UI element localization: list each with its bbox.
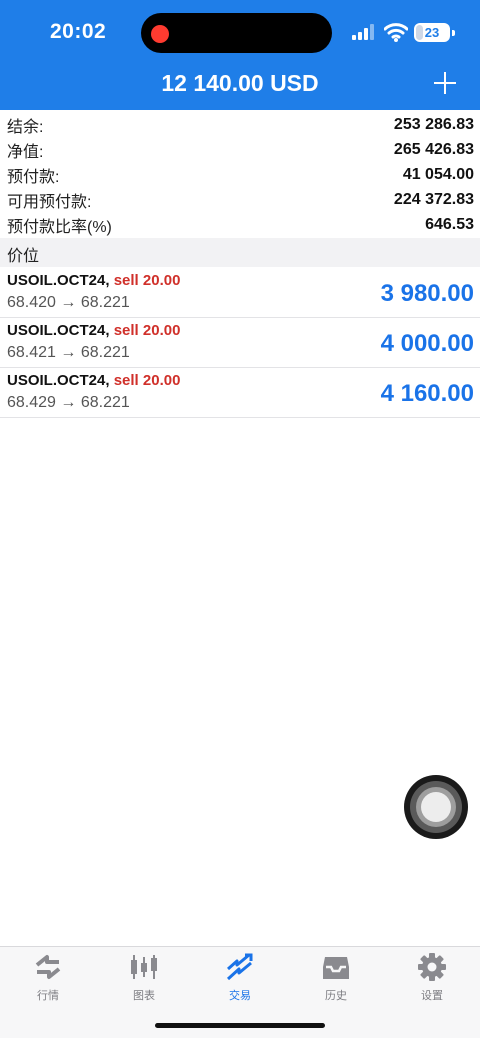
position-symbol: USOIL.OCT24, [7,272,110,289]
plus-icon[interactable] [430,68,460,98]
history-icon [323,957,349,979]
balance-title: 12 140.00 USD [161,70,319,96]
tab-label: 行情 [37,990,59,1002]
position-profit: 3 980.00 [380,280,474,307]
battery-icon: 23 [414,23,455,42]
position-symbol: USOIL.OCT24, [7,372,110,389]
settings-icon [418,953,446,981]
position-symbol: USOIL.OCT24, [7,322,110,339]
position-profit: 4 000.00 [380,330,474,357]
tab-label: 历史 [325,990,347,1002]
recording-indicator-icon [151,25,169,43]
summary-value: 224 372.83 [393,190,474,208]
summary-row-free-margin: 可用预付款: 224 372.83 [0,187,480,212]
wifi-icon [384,23,408,42]
position-prices: 68.421 → 68.221 [7,344,130,361]
summary-value: 41 054.00 [402,165,474,183]
summary-label: 结余: [7,118,44,136]
summary-value: 253 286.83 [393,115,474,133]
tab-trade[interactable]: 交易 [192,953,288,1009]
assistive-touch-button[interactable] [404,775,468,839]
summary-value: 265 426.83 [393,140,474,158]
tab-settings[interactable]: 设置 [384,953,480,1009]
tab-quotes[interactable]: 行情 [0,953,96,1009]
positions-list: USOIL.OCT24, sell 20.00 68.420 → 68.221 … [0,268,480,418]
position-row[interactable]: USOIL.OCT24, sell 20.00 68.420 → 68.221 … [0,268,480,318]
summary-label: 预付款: [7,168,60,186]
summary-row-equity: 净值: 265 426.83 [0,137,480,162]
tab-history[interactable]: 历史 [288,953,384,1009]
summary-label: 预付款比率(%) [7,218,112,236]
position-row[interactable]: USOIL.OCT24, sell 20.00 68.421 → 68.221 … [0,318,480,368]
chart-icon [131,955,157,979]
home-indicator [155,1023,325,1028]
quotes-icon [35,955,61,979]
position-side: sell 20.00 [113,272,181,289]
position-side: sell 20.00 [113,322,181,339]
tab-label: 设置 [421,990,443,1002]
summary-value: 646.53 [425,215,474,233]
cellular-signal-icon [352,24,374,40]
summary-row-balance: 结余: 253 286.83 [0,112,480,137]
position-profit: 4 160.00 [380,380,474,407]
top-bar: 20:02 23 12 140.00 USD [0,0,480,110]
tab-chart[interactable]: 图表 [96,953,192,1009]
summary-row-margin-level: 预付款比率(%) 646.53 [0,212,480,237]
trade-icon [226,953,253,981]
summary-label: 净值: [7,143,44,161]
position-side: sell 20.00 [113,372,181,389]
position-row[interactable]: USOIL.OCT24, sell 20.00 68.429 → 68.221 … [0,368,480,418]
status-time: 20:02 [50,20,107,43]
positions-section-header: 价位 [0,238,480,267]
account-summary: 结余: 253 286.83 净值: 265 426.83 预付款: 41 05… [0,112,480,237]
dynamic-island [141,13,332,53]
status-bar: 20:02 23 [0,0,480,64]
battery-percent: 23 [424,25,440,40]
position-prices: 68.429 → 68.221 [7,394,130,411]
tab-label: 图表 [133,990,155,1002]
position-prices: 68.420 → 68.221 [7,294,130,311]
tab-label: 交易 [229,990,251,1002]
summary-label: 可用预付款: [7,193,92,211]
summary-row-margin: 预付款: 41 054.00 [0,162,480,187]
